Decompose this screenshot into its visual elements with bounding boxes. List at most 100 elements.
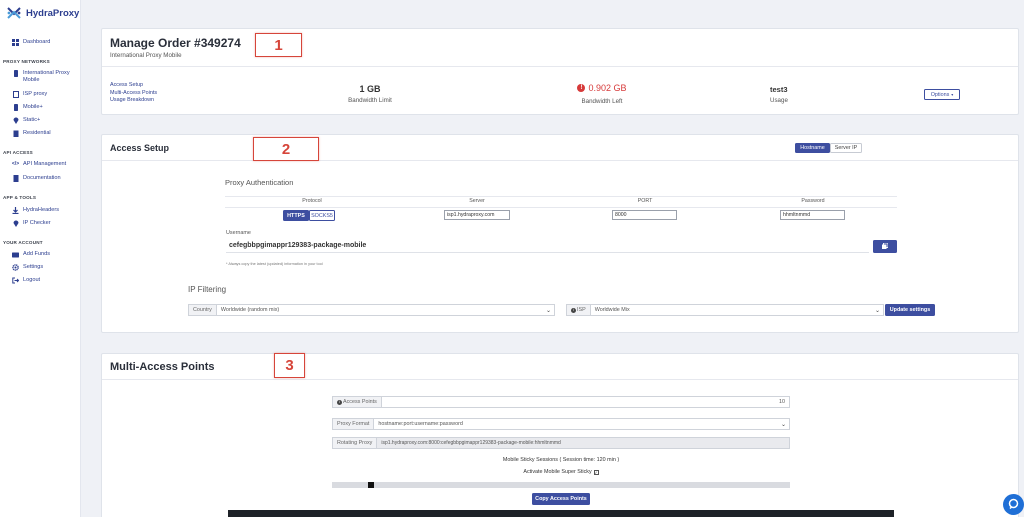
access-setup-card: Access Setup Hostname Server IP Proxy Au… [101,134,1019,333]
link-usage-breakdown[interactable]: Usage Breakdown [110,97,157,105]
sidebar-item-documentation[interactable]: Documentation [12,175,78,182]
sidebar-item-isp-proxy[interactable]: ISP proxy [12,91,78,98]
protocol-socks5-button[interactable]: SOCKS5 [309,210,335,221]
alert-icon: ! [577,84,586,92]
super-sticky-row: Activate Mobile Super Sticky ✓ [332,469,790,475]
proxy-format-prefix: Proxy Format [333,419,375,429]
country-prefix: Country [189,305,217,315]
grid-icon [12,39,19,46]
document-icon [12,91,19,98]
country-select[interactable]: Country Worldwide (random mix) ⌄ [188,304,555,316]
chevron-down-icon: ⌄ [874,307,880,314]
book-icon [12,175,19,182]
chat-icon [1008,496,1019,514]
username-label: Username [226,230,251,236]
info-icon: i [571,307,576,313]
sidebar-item-international-proxy-mobile[interactable]: International Proxy Mobile [12,70,78,84]
sidebar-section-title: API ACCESS [3,150,33,155]
building-icon [12,130,19,137]
sidebar-item-residential[interactable]: Residential [12,130,78,137]
rotating-proxy-field[interactable]: Rotating Proxy isp1.hydraproxy.com:8000:… [332,437,790,449]
sidebar-item-label: Mobile+ [23,104,43,110]
isp-select[interactable]: i ISP Worldwide Mix ⌄ [566,304,884,316]
sidebar-item-mobile-plus[interactable]: Mobile+ [12,104,78,111]
super-sticky-label: Activate Mobile Super Sticky [523,469,592,475]
sidebar-section-title: YOUR ACCOUNT [3,240,43,245]
order-subtitle: International Proxy Mobile [110,52,182,59]
sidebar-item-label: Documentation [23,175,61,181]
rotating-proxy-prefix: Rotating Proxy [333,438,378,448]
sidebar-item-logout[interactable]: Logout [12,277,78,284]
proxy-authentication-title: Proxy Authentication [225,178,294,187]
sidebar-item-add-funds[interactable]: Add Funds [12,251,78,258]
rotating-proxy-value: isp1.hydraproxy.com:8000:cefegbbpgimappr… [381,440,561,446]
divider [102,66,1018,67]
sidebar-item-label: IP Checker [23,220,51,226]
sidebar-item-label: Dashboard [23,39,51,45]
order-links: Access Setup Multi-Access Points Usage B… [110,82,157,105]
sidebar: HydraProxy Dashboard PROXY NETWORKS Inte… [0,0,81,517]
chevron-down-icon: ⌄ [545,307,551,314]
isp-prefix: i ISP [567,305,591,315]
annotation-3: 3 [274,353,305,378]
manage-order-card: Manage Order #349274 International Proxy… [101,28,1019,115]
isp-prefix-label: ISP [577,307,586,313]
super-sticky-checkbox[interactable]: ✓ [593,469,599,475]
code-icon: </> [11,161,20,167]
port-field[interactable]: 8000 [612,210,677,220]
update-settings-button[interactable]: Update settings [885,304,935,316]
annotation-1: 1 [255,33,302,57]
usage-label: Usage [770,97,788,104]
sidebar-item-label: ISP proxy [23,91,48,97]
proxy-format-select[interactable]: Proxy Format hostname:port:username:pass… [332,418,790,430]
sidebar-item-label: API Management [23,161,67,167]
chevron-down-icon: ▾ [951,92,954,97]
divider [102,379,1018,380]
sidebar-item-ip-checker[interactable]: IP Checker [12,220,78,227]
copy-access-points-button[interactable]: Copy Access Points [532,493,590,505]
chevron-down-icon: ⌄ [780,421,786,428]
hostname-toggle[interactable]: Hostname [795,143,830,153]
options-button[interactable]: Options ▾ [924,89,960,100]
link-multi-access-points[interactable]: Multi-Access Points [110,90,157,98]
sidebar-item-label: Logout [23,277,41,283]
access-points-label: Access Points [343,399,377,405]
sidebar-item-label: International Proxy Mobile [23,70,70,83]
slider-handle[interactable] [368,482,374,488]
hydraproxy-logo-icon [7,7,21,19]
gear-icon [12,264,19,271]
username-field[interactable]: cefegbbpgimappr129383-package-mobile [226,239,869,253]
sidebar-item-api-management[interactable]: </> API Management [12,161,78,168]
info-icon: i [337,399,342,405]
server-ip-toggle[interactable]: Server IP [830,143,862,153]
sidebar-item-settings[interactable]: Settings [12,264,78,271]
sidebar-section-title: PROXY NETWORKS [3,59,50,64]
sidebar-item-hydraheaders[interactable]: HydraHeaders [12,207,78,214]
access-points-prefix: i Access Points [333,397,382,407]
bandwidth-left-label: Bandwidth Left [581,98,623,105]
protocol-https-button[interactable]: HTTPS [283,210,309,221]
sticky-session-slider[interactable] [332,482,790,488]
server-field[interactable]: isp1.hydraproxy.com [444,210,510,220]
sidebar-item-dashboard[interactable]: Dashboard [12,39,78,46]
bandwidth-left-value: 0.902 GB [588,83,627,93]
column-header-password: Password [801,198,825,204]
proxy-format-value: hostname:port:username:password [378,421,463,427]
sidebar-item-static-plus[interactable]: Static+ [12,117,78,124]
sidebar-item-label: Settings [23,264,44,270]
brand-logo[interactable]: HydraProxy [6,5,79,21]
multi-access-points-card: Multi-Access Points i Access Points 10 Pr… [101,353,1019,517]
pin-icon [12,220,19,227]
link-access-setup[interactable]: Access Setup [110,82,157,90]
password-field[interactable]: hhmltnmmd [780,210,845,220]
bandwidth-limit-label: Bandwidth Limit [348,97,392,104]
chat-widget-button[interactable] [1003,494,1024,515]
column-header-server: Server [469,198,485,204]
copy-username-button[interactable] [873,240,897,253]
sticky-sessions-label: Mobile Sticky Sessions ( Session time: 1… [502,457,620,463]
bandwidth-limit-value: 1 GB [359,84,381,94]
access-points-input[interactable]: i Access Points 10 [332,396,790,408]
card-icon [12,251,19,258]
usage-value: test3 [770,85,788,94]
country-select-value: Worldwide (random mix) [220,307,280,313]
